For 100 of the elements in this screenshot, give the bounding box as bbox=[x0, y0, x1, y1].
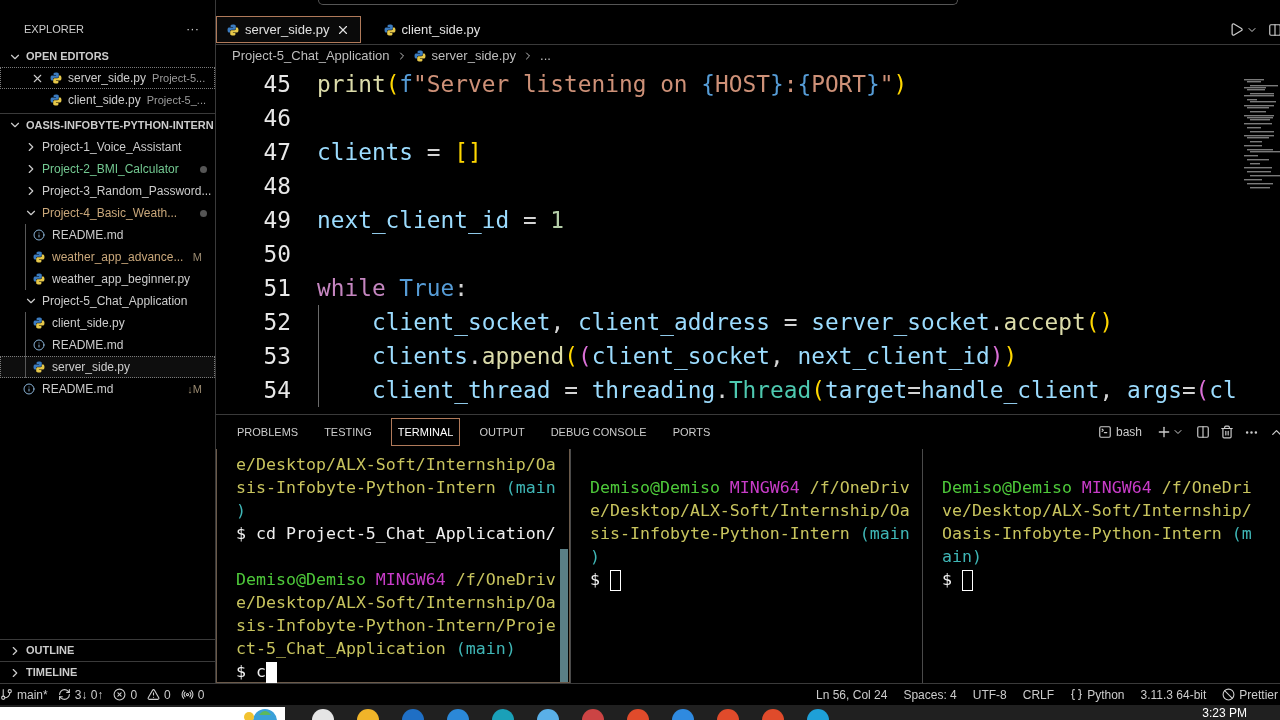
git-status-label: ↓M bbox=[187, 381, 202, 397]
file-item[interactable]: server_side.py bbox=[0, 356, 215, 378]
taskbar-app-icon[interactable] bbox=[537, 709, 559, 720]
terminal-line: ct-5_Chat_Application (main) bbox=[236, 638, 516, 660]
split-editor-icon[interactable] bbox=[1268, 22, 1280, 37]
status-item[interactable]: main* bbox=[0, 685, 48, 704]
line-number: 52 bbox=[262, 307, 291, 337]
line-number: 46 bbox=[262, 103, 291, 133]
taskbar-app-icon[interactable] bbox=[357, 709, 379, 720]
line-number: 54 bbox=[262, 375, 291, 405]
panel-tab[interactable]: PROBLEMS bbox=[230, 417, 306, 447]
python-file-icon bbox=[33, 361, 45, 373]
status-item[interactable]: Python bbox=[1070, 685, 1125, 704]
taskbar-app-icon[interactable] bbox=[312, 709, 334, 720]
taskbar-app-icon[interactable] bbox=[807, 709, 829, 720]
terminal-line: $ c bbox=[236, 661, 266, 683]
line-number: 48 bbox=[262, 171, 291, 201]
code-line: client_socket, client_address = server_socket.accept() bbox=[372, 307, 1114, 338]
terminal-line: e/Desktop/ALX-Soft/Internship/Oa bbox=[590, 500, 910, 522]
clock[interactable]: 3:23 PM bbox=[1202, 706, 1247, 720]
editor-tab[interactable]: client_side.py bbox=[372, 16, 492, 43]
status-item[interactable]: 0 bbox=[147, 685, 171, 704]
panel-tab[interactable]: OUTPUT bbox=[472, 417, 532, 447]
section-header[interactable]: TIMELINE bbox=[0, 661, 215, 683]
status-item[interactable]: UTF-8 bbox=[972, 685, 1007, 704]
folder-item[interactable]: Project-5_Chat_Application bbox=[0, 290, 215, 312]
terminal-line: e/Desktop/ALX-Soft/Internship/Oa bbox=[236, 592, 556, 614]
python-file-icon bbox=[50, 72, 62, 84]
python-file-icon bbox=[383, 23, 396, 36]
terminal-line: ) bbox=[590, 546, 600, 568]
file-item[interactable]: weather_app_beginner.py bbox=[0, 268, 215, 290]
trash-icon[interactable] bbox=[1220, 425, 1234, 439]
path-description: Project-5_... bbox=[146, 92, 207, 108]
status-item[interactable]: Prettier bbox=[1222, 685, 1278, 704]
python-file-icon bbox=[33, 251, 45, 263]
taskbar-app-icon[interactable] bbox=[492, 709, 514, 720]
warning-icon bbox=[147, 688, 161, 701]
line-number: 53 bbox=[262, 341, 291, 371]
code-line: client_thread = threading.Thread(target=handle_client, args=(cl bbox=[372, 375, 1237, 406]
shell-name[interactable]: bash bbox=[1115, 423, 1142, 441]
folder-item[interactable]: Project-3_Random_Password... bbox=[0, 180, 215, 202]
code-line: clients.append((client_socket, next_client_id)) bbox=[372, 341, 1018, 372]
breadcrumb-item[interactable]: server_side.py bbox=[431, 46, 517, 66]
status-item[interactable]: 0 bbox=[180, 685, 205, 704]
terminal-line: $ bbox=[590, 569, 601, 591]
info-icon bbox=[33, 339, 45, 351]
section-header[interactable]: OPEN EDITORS bbox=[0, 50, 215, 63]
python-file-icon bbox=[33, 273, 45, 285]
terminal-line: sis-Infobyte-Python-Intern/Proje bbox=[236, 615, 556, 637]
folder-item[interactable]: Project-4_Basic_Weath... bbox=[0, 202, 215, 224]
terminal-line: Demiso@Demiso MINGW64 /f/OneDriv bbox=[236, 569, 556, 591]
python-file-icon bbox=[33, 317, 45, 329]
python-file-icon bbox=[227, 23, 239, 36]
panel-tab[interactable]: DEBUG CONSOLE bbox=[543, 417, 654, 447]
status-item[interactable]: 3↓ 0↑ bbox=[57, 685, 104, 704]
file-item[interactable]: README.md ↓M bbox=[0, 378, 215, 400]
line-number: 45 bbox=[262, 69, 291, 99]
line-number: 51 bbox=[262, 273, 291, 303]
terminal-line: Demiso@Demiso MINGW64 /f/OneDriv bbox=[590, 477, 910, 499]
file-item[interactable]: README.md bbox=[0, 334, 215, 356]
section-header[interactable]: OASIS-INFOBYTE-PYTHON-INTERN bbox=[0, 114, 215, 136]
status-item[interactable]: Spaces: 4 bbox=[903, 685, 957, 704]
status-item[interactable]: CRLF bbox=[1022, 685, 1055, 704]
terminal-icon[interactable] bbox=[1097, 425, 1112, 439]
line-number: 50 bbox=[262, 239, 291, 269]
editor-tab[interactable]: server_side.py bbox=[216, 16, 361, 43]
open-editor-item[interactable]: server_side.py Project-5... bbox=[0, 67, 215, 89]
status-item[interactable]: Ln 56, Col 24 bbox=[816, 685, 888, 704]
new-terminal-icon[interactable] bbox=[1156, 424, 1172, 440]
file-item[interactable]: client_side.py bbox=[0, 312, 215, 334]
panel-tab[interactable]: TESTING bbox=[317, 417, 379, 447]
panel-tab[interactable]: TERMINAL bbox=[390, 417, 461, 447]
run-icon[interactable] bbox=[1229, 22, 1244, 37]
file-item[interactable]: weather_app_advance... M bbox=[0, 246, 215, 268]
code-line: next_client_id = 1 bbox=[317, 205, 565, 236]
open-editor-item[interactable]: client_side.py Project-5_... bbox=[0, 89, 215, 111]
explorer-title: EXPLORER bbox=[24, 21, 84, 37]
breadcrumb-item[interactable]: Project-5_Chat_Application bbox=[232, 46, 390, 66]
panel-tab[interactable]: PORTS bbox=[665, 417, 718, 447]
breadcrumb-item[interactable]: ... bbox=[540, 46, 551, 66]
more-actions-button[interactable]: ··· bbox=[186, 19, 199, 39]
braces-icon bbox=[1070, 688, 1084, 701]
python-file-icon bbox=[50, 94, 62, 106]
terminal-line: $ cd Project-5_Chat_Application/ bbox=[236, 523, 556, 545]
status-item[interactable]: 0 bbox=[113, 685, 138, 704]
file-item[interactable]: README.md bbox=[0, 224, 215, 246]
code-line: while True: bbox=[317, 273, 468, 303]
prohibited-icon bbox=[1222, 688, 1236, 701]
section-header[interactable]: OUTLINE bbox=[0, 639, 215, 661]
line-number: 47 bbox=[262, 137, 291, 167]
error-icon bbox=[113, 688, 127, 701]
split-terminal-icon[interactable] bbox=[1196, 425, 1210, 439]
terminal-line: ain) bbox=[942, 546, 982, 568]
code-line: clients = [] bbox=[317, 137, 482, 167]
terminal-line: Oasis-Infobyte-Python-Intern (m bbox=[942, 523, 1252, 545]
status-item[interactable]: 3.11.3 64-bit bbox=[1140, 685, 1207, 704]
folder-item[interactable]: Project-1_Voice_Assistant bbox=[0, 136, 215, 158]
folder-item[interactable]: Project-2_BMI_Calculator bbox=[0, 158, 215, 180]
scrollbar[interactable] bbox=[560, 549, 568, 682]
terminal-line: e/Desktop/ALX-Soft/Internship/Oa bbox=[236, 454, 556, 476]
